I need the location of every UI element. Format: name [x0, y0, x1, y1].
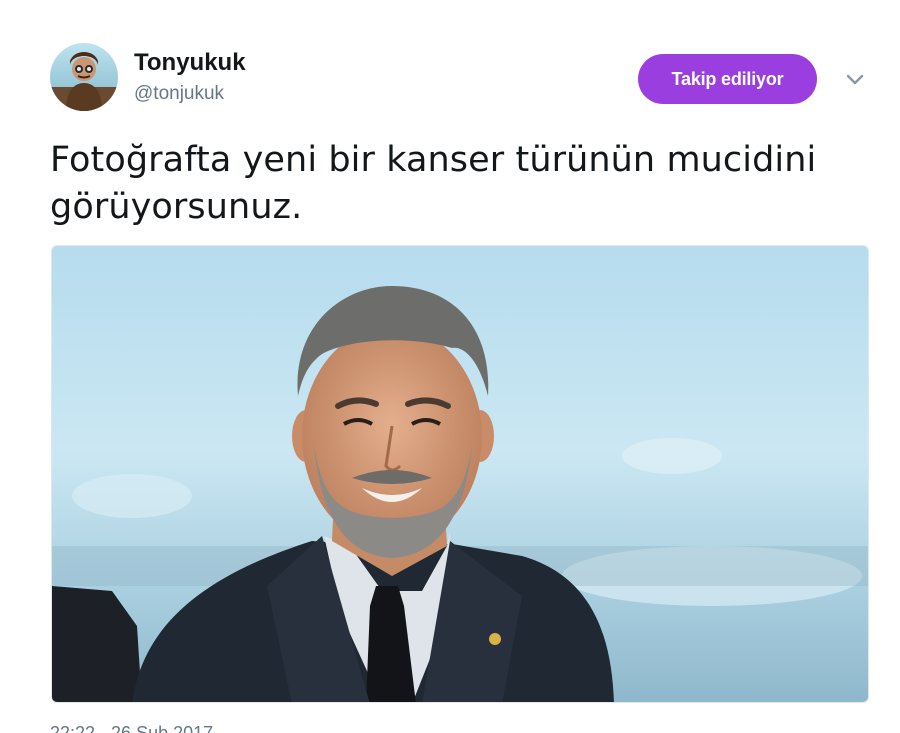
avatar[interactable]	[50, 43, 118, 111]
display-name[interactable]: Tonyukuk	[134, 49, 246, 77]
chevron-down-icon[interactable]	[842, 68, 868, 90]
tweet-text: Fotoğrafta yeni bir kanser türünün mucid…	[50, 140, 817, 227]
tweet-card: Tonyukuk @tonjukuk Takip ediliyor Fotoğr…	[0, 0, 900, 733]
following-button[interactable]: Takip ediliyor	[638, 54, 817, 104]
tweet-timestamp[interactable]: 22:22 - 26 Şub 2017	[50, 722, 213, 733]
user-handle[interactable]: @tonjukuk	[134, 82, 224, 106]
tweet-photo[interactable]	[51, 245, 869, 703]
